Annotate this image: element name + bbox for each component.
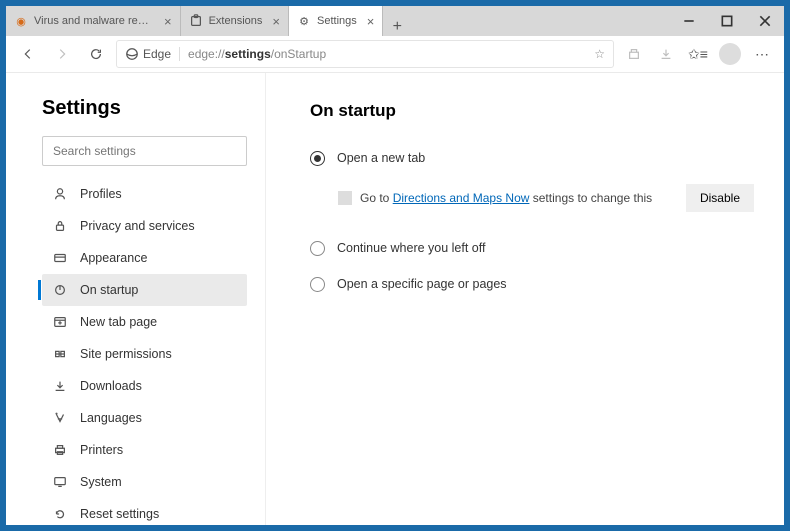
minimize-button[interactable] <box>670 6 708 36</box>
tab-label: Virus and malware removal instr <box>34 15 154 27</box>
profile-avatar[interactable] <box>716 40 744 68</box>
toolbar-right: ✩≡ ⋯ <box>620 40 776 68</box>
more-icon[interactable]: ⋯ <box>748 40 776 68</box>
favorite-icon[interactable]: ☆ <box>594 47 605 61</box>
sidebar-item-label: Profiles <box>80 187 122 201</box>
languages-icon <box>52 411 68 425</box>
radio-icon <box>310 151 325 166</box>
system-icon <box>52 475 68 489</box>
close-icon[interactable]: × <box>272 14 280 29</box>
option-continue[interactable]: Continue where you left off <box>310 233 754 263</box>
sidebar-item-label: Printers <box>80 443 123 457</box>
sidebar-item-downloads[interactable]: Downloads <box>42 370 247 402</box>
favorites-icon[interactable]: ✩≡ <box>684 40 712 68</box>
option-specific-pages[interactable]: Open a specific page or pages <box>310 269 754 299</box>
profile-icon <box>52 187 68 201</box>
ext-text: Go to Directions and Maps Now settings t… <box>360 191 652 205</box>
sidebar-item-label: Site permissions <box>80 347 172 361</box>
sidebar-item-reset[interactable]: Reset settings <box>42 498 247 525</box>
sidebar-item-languages[interactable]: Languages <box>42 402 247 434</box>
ext-icon[interactable] <box>620 40 648 68</box>
main: On startup Open a new tab Go to Directio… <box>266 73 784 525</box>
tab-label: Settings <box>317 15 357 27</box>
sidebar-item-permissions[interactable]: Site permissions <box>42 338 247 370</box>
sidebar-item-newtab[interactable]: New tab page <box>42 306 247 338</box>
toolbar: Edge edge://settings/onStartup ☆ ✩≡ ⋯ <box>6 36 784 73</box>
refresh-button[interactable] <box>82 40 110 68</box>
sidebar-title: Settings <box>42 97 247 120</box>
content: Settings Profiles Privacy and services A… <box>6 73 784 525</box>
permissions-icon <box>52 347 68 361</box>
titlebar: ◉ Virus and malware removal instr × Exte… <box>6 6 784 36</box>
sidebar-item-label: System <box>80 475 122 489</box>
edge-icon: Edge <box>125 47 171 61</box>
sidebar-item-label: New tab page <box>80 315 157 329</box>
sidebar-item-printers[interactable]: Printers <box>42 434 247 466</box>
back-button[interactable] <box>14 40 42 68</box>
disable-button[interactable]: Disable <box>686 184 754 212</box>
option-label: Open a new tab <box>337 151 425 165</box>
tab-extensions[interactable]: Extensions × <box>181 6 289 36</box>
extension-override-row: Go to Directions and Maps Now settings t… <box>338 181 754 215</box>
tab-virus[interactable]: ◉ Virus and malware removal instr × <box>6 6 181 36</box>
address-bar[interactable]: Edge edge://settings/onStartup ☆ <box>116 40 614 68</box>
appearance-icon <box>52 251 68 265</box>
gear-icon: ⚙ <box>297 14 311 28</box>
maximize-button[interactable] <box>708 6 746 36</box>
sidebar-item-label: Languages <box>80 411 142 425</box>
power-icon <box>52 283 68 297</box>
extensions-icon <box>189 14 203 28</box>
radio-icon <box>310 277 325 292</box>
window-controls <box>670 6 784 36</box>
close-button[interactable] <box>746 6 784 36</box>
new-tab-button[interactable]: + <box>383 18 411 36</box>
download-icon <box>52 379 68 393</box>
newtab-icon <box>52 315 68 329</box>
close-icon[interactable]: × <box>164 14 172 29</box>
tab-settings[interactable]: ⚙ Settings × <box>289 6 383 36</box>
reset-icon <box>52 507 68 521</box>
sidebar-menu: Profiles Privacy and services Appearance… <box>42 178 247 525</box>
sidebar-item-system[interactable]: System <box>42 466 247 498</box>
option-new-tab[interactable]: Open a new tab <box>310 143 754 173</box>
sidebar-item-appearance[interactable]: Appearance <box>42 242 247 274</box>
forward-button[interactable] <box>48 40 76 68</box>
option-label: Continue where you left off <box>337 241 485 255</box>
sidebar-item-label: Privacy and services <box>80 219 195 233</box>
sidebar-item-privacy[interactable]: Privacy and services <box>42 210 247 242</box>
radio-icon <box>310 241 325 256</box>
startup-options: Open a new tab Go to Directions and Maps… <box>310 143 754 299</box>
page-title: On startup <box>310 101 754 121</box>
option-label: Open a specific page or pages <box>337 277 507 291</box>
tab-label: Extensions <box>209 15 263 27</box>
extension-link[interactable]: Directions and Maps Now <box>393 191 530 205</box>
downloads-icon[interactable] <box>652 40 680 68</box>
sidebar-item-label: Reset settings <box>80 507 159 521</box>
sidebar: Settings Profiles Privacy and services A… <box>6 73 266 525</box>
sidebar-item-label: Downloads <box>80 379 142 393</box>
sidebar-item-onstartup[interactable]: On startup <box>42 274 247 306</box>
sidebar-item-label: On startup <box>80 283 138 297</box>
shield-icon: ◉ <box>14 14 28 28</box>
tabs: ◉ Virus and malware removal instr × Exte… <box>6 6 670 36</box>
search-input[interactable] <box>42 136 247 166</box>
divider <box>179 47 180 61</box>
printer-icon <box>52 443 68 457</box>
lock-icon <box>52 219 68 233</box>
sidebar-item-label: Appearance <box>80 251 147 265</box>
close-icon[interactable]: × <box>367 14 375 29</box>
url-text: edge://settings/onStartup <box>188 47 326 61</box>
extension-icon <box>338 191 352 205</box>
window: ◉ Virus and malware removal instr × Exte… <box>6 6 784 525</box>
sidebar-item-profiles[interactable]: Profiles <box>42 178 247 210</box>
